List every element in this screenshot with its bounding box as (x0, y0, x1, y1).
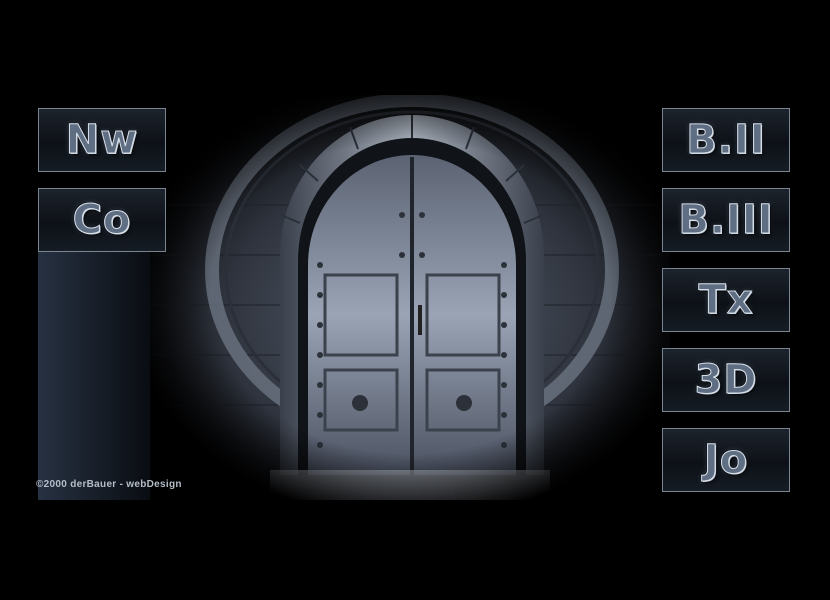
nav-button-label: Jo (703, 437, 749, 484)
nav-button-label: Co (72, 197, 132, 244)
nav-button-3d[interactable]: 3D (662, 348, 790, 412)
nav-button-b-iii[interactable]: B.III (662, 188, 790, 252)
nav-button-tx[interactable]: Tx (662, 268, 790, 332)
copyright-text: ©2000 derBauer - webDesign (36, 479, 182, 490)
nav-button-jo[interactable]: Jo (662, 428, 790, 492)
nav-button-label: B.III (678, 197, 774, 244)
nav-button-label: B.II (686, 117, 766, 164)
arched-door-image (150, 95, 670, 500)
nav-button-b-ii[interactable]: B.II (662, 108, 790, 172)
nav-button-label: Tx (698, 277, 754, 324)
nav-button-nw[interactable]: Nw (38, 108, 166, 172)
nav-button-label: 3D (694, 357, 758, 404)
page: Nw Co B.II B.III Tx 3D Jo ©2000 derBauer… (0, 0, 830, 600)
nav-button-label: Nw (65, 117, 139, 164)
nav-button-co[interactable]: Co (38, 188, 166, 252)
